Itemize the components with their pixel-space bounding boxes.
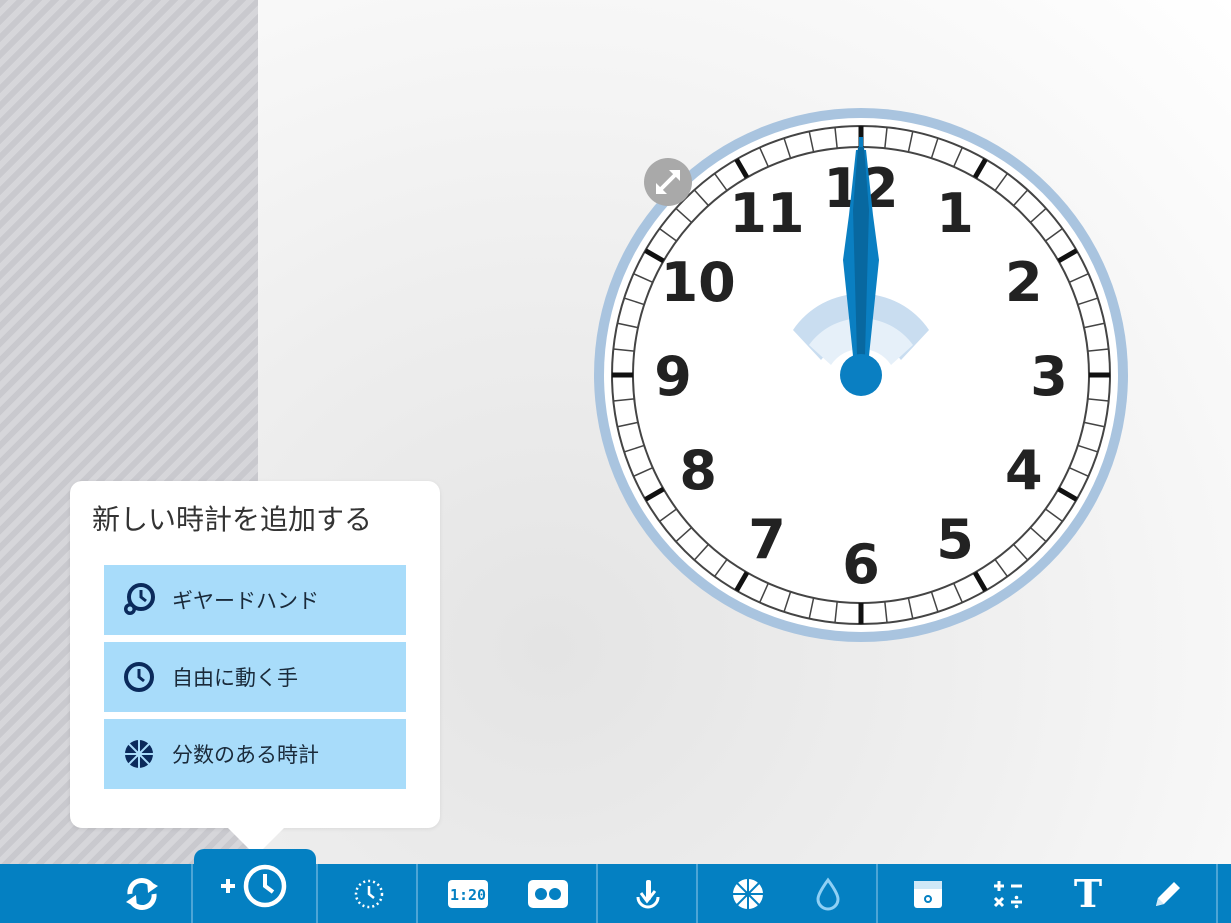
toolbar-separator: [316, 864, 318, 923]
geared-clock-icon: [121, 582, 157, 618]
clock-number: 11: [729, 182, 804, 245]
clock-number: 6: [842, 533, 880, 596]
toolbar-separator: [1216, 864, 1218, 923]
text-tool-icon: T: [1073, 871, 1103, 916]
menu-item-fraction-clock[interactable]: 分数のある時計: [104, 719, 406, 789]
hand-tap-icon: [636, 879, 660, 908]
toolbar-separator: [696, 864, 698, 923]
toolbar-separator: [191, 864, 193, 923]
timer-button[interactable]: [340, 864, 398, 923]
drop-icon: [816, 877, 840, 910]
clock-number: 10: [661, 251, 736, 314]
toolbar-separator: [596, 864, 598, 923]
clock-number: 8: [679, 439, 717, 502]
menu-item-label: 分数のある時計: [172, 743, 319, 767]
toolbar-separator: [876, 864, 878, 923]
pencil-button[interactable]: [1138, 864, 1198, 923]
hand-tap-button[interactable]: [618, 864, 678, 923]
add-clock-popup: 新しい時計を追加する ギヤードハンド 自由に動く手 分数のある時計: [70, 481, 440, 828]
clock-number: 1: [936, 182, 974, 245]
clock-number: 2: [1005, 251, 1043, 314]
dual-display-button[interactable]: [518, 864, 578, 923]
refresh-icon: [126, 877, 158, 910]
add-clock-button[interactable]: [194, 849, 316, 923]
math-operations-button[interactable]: [978, 864, 1038, 923]
digital-time-button[interactable]: 1:20: [440, 864, 496, 923]
menu-item-label: ギヤードハンド: [172, 589, 319, 613]
toolbar-separator: [416, 864, 418, 923]
clock-number: 3: [1030, 345, 1068, 408]
refresh-button[interactable]: [112, 864, 172, 923]
math-operations-icon: [993, 880, 1022, 908]
menu-item-label: 自由に動く手: [172, 666, 298, 690]
pencil-icon: [1156, 881, 1180, 906]
timer-icon: [354, 879, 384, 908]
hand-pivot: [840, 354, 882, 396]
add-clock-icon: [221, 864, 287, 908]
dual-display-icon: [528, 879, 568, 908]
text-tool-button[interactable]: T: [1058, 864, 1118, 923]
bottom-toolbar: 1:20 T: [0, 864, 1231, 923]
digital-time-icon: 1:20: [448, 879, 488, 908]
clock-number: 7: [748, 508, 786, 571]
clock-number: 9: [654, 345, 692, 408]
calendar-button[interactable]: [898, 864, 958, 923]
clock-icon: [121, 659, 157, 695]
fraction-icon: [733, 878, 763, 909]
popup-title: 新しい時計を追加する: [92, 503, 373, 536]
drop-button[interactable]: [798, 864, 858, 923]
resize-handle-icon[interactable]: [643, 157, 693, 207]
svg-text:1:20: 1:20: [450, 886, 486, 904]
clock-number: 4: [1005, 439, 1043, 502]
fraction-button[interactable]: [718, 864, 778, 923]
calendar-icon: [914, 880, 942, 908]
menu-item-free-hands[interactable]: 自由に動く手: [104, 642, 406, 712]
fraction-clock-icon: [121, 736, 157, 772]
clock-number: 5: [936, 508, 974, 571]
menu-item-geared-hands[interactable]: ギヤードハンド: [104, 565, 406, 635]
